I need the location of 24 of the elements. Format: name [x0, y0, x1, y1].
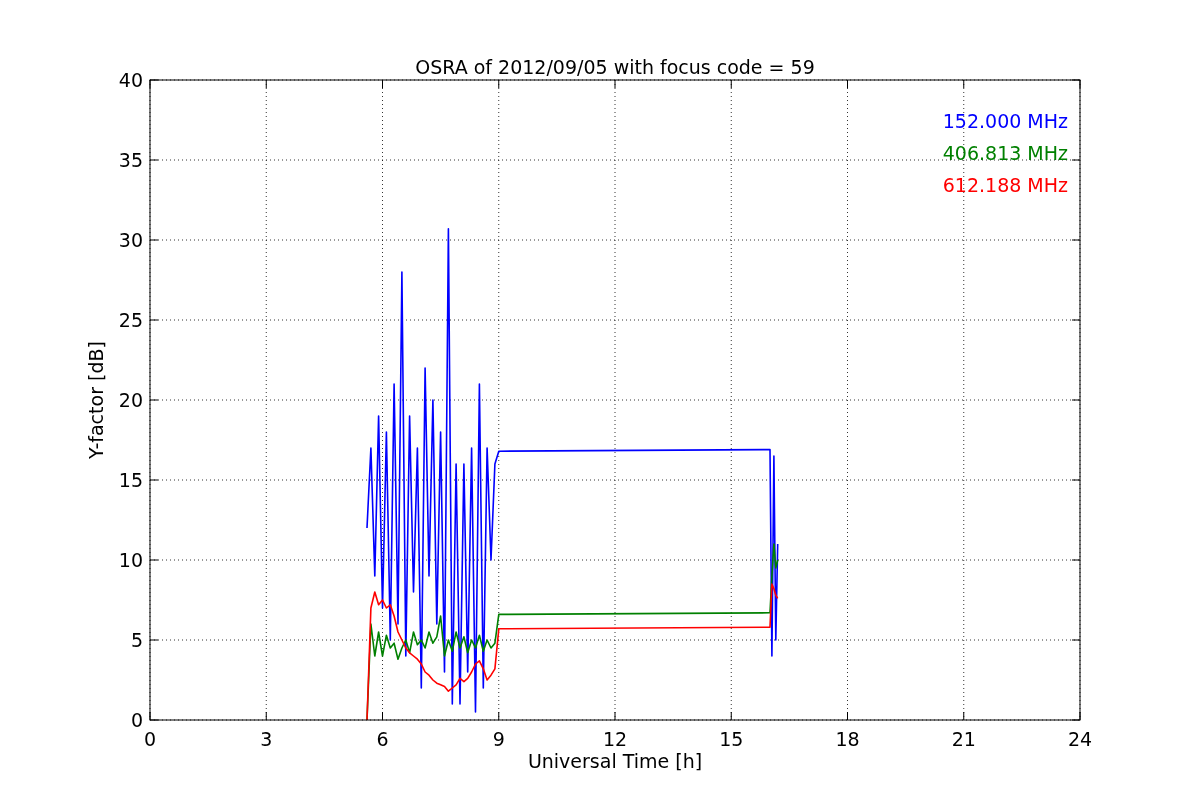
tick-label: 15 — [719, 728, 744, 750]
tick-label: 15 — [118, 469, 143, 491]
axis-label: Universal Time [h] — [527, 750, 703, 772]
tick-label: 20 — [118, 389, 143, 411]
axis-label: Y-factor [dB] — [85, 341, 107, 459]
tick-label: 25 — [118, 309, 143, 331]
tick-label: 12 — [602, 728, 628, 750]
chart-title: OSRA of 2012/09/05 with focus code = 59 — [415, 56, 815, 78]
tick-label: 6 — [376, 728, 389, 750]
tick-label: 18 — [835, 728, 860, 750]
tick-label: 0 — [130, 709, 143, 731]
tick-label: 21 — [951, 728, 976, 750]
legend-label: 406.813 MHz — [942, 142, 1068, 164]
legend-label: 612.188 MHz — [942, 174, 1068, 196]
tick-label: 5 — [130, 629, 143, 651]
tick-label: 40 — [118, 69, 143, 91]
legend-label: 152.000 MHz — [942, 110, 1068, 132]
tick-label: 10 — [118, 549, 143, 571]
tick-label: 24 — [1067, 728, 1093, 750]
tick-label: 30 — [118, 229, 143, 251]
tick-label: 0 — [143, 728, 157, 750]
tick-label: 3 — [260, 728, 273, 750]
tick-label: 35 — [118, 149, 143, 171]
tick-label: 9 — [492, 728, 505, 750]
